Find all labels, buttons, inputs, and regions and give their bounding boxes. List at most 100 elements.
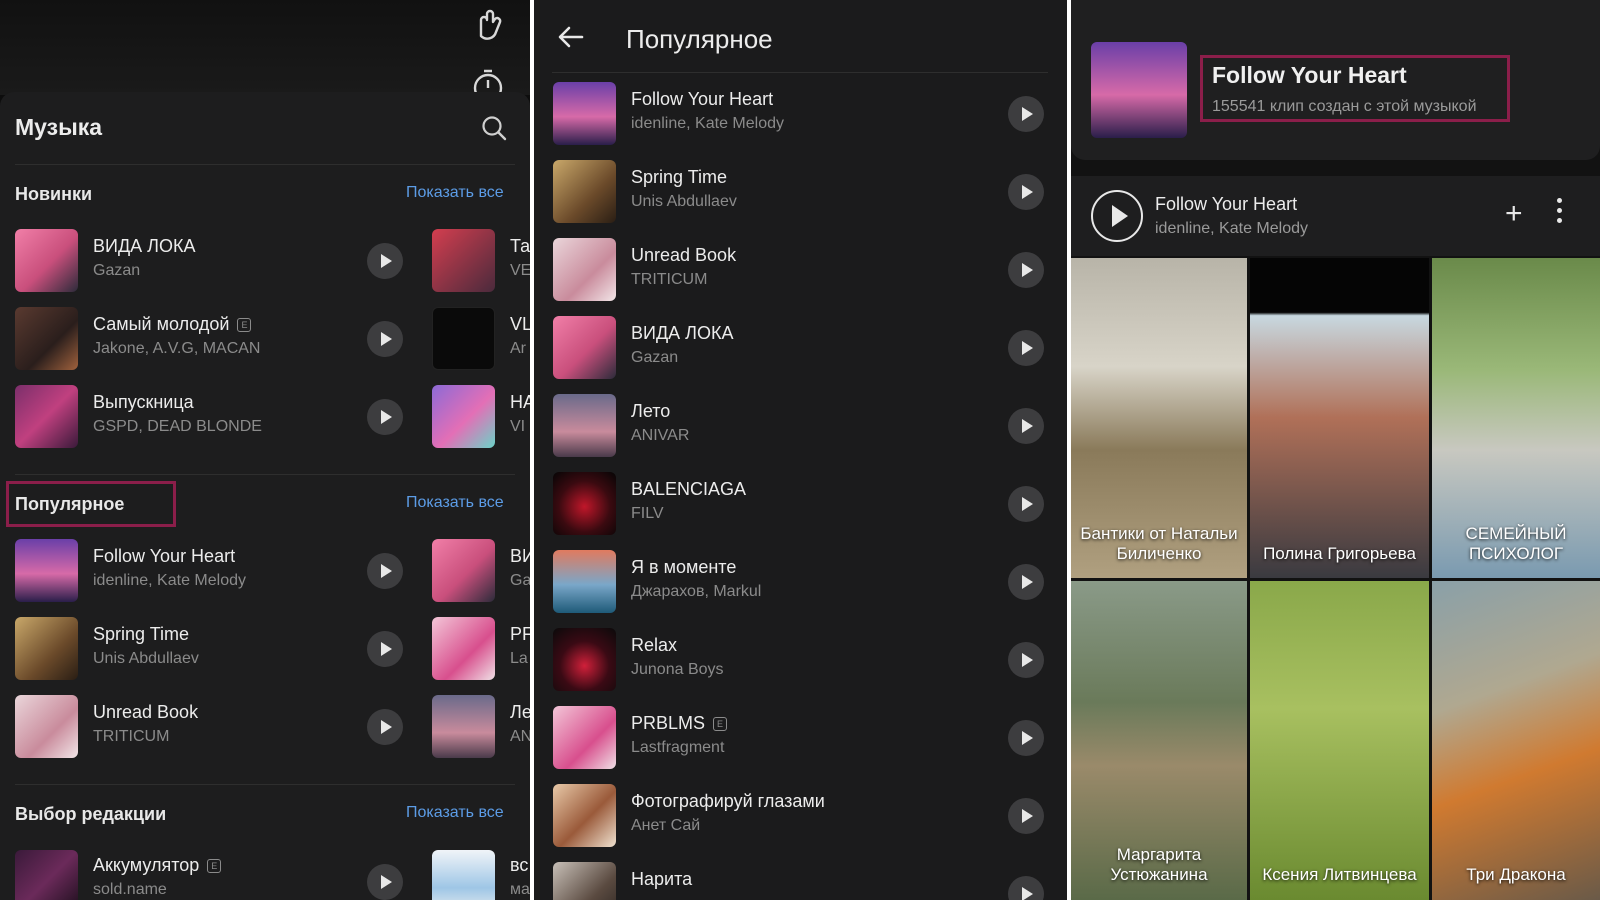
play-button[interactable]	[367, 321, 403, 357]
play-button[interactable]	[367, 243, 403, 279]
track-row[interactable]: Relax Junona Boys	[534, 628, 1067, 692]
more-options-icon[interactable]	[1555, 198, 1563, 228]
track-row[interactable]: Аккумулятор E sold.name вс ма	[0, 850, 530, 900]
track-row[interactable]: ВИДА ЛОКА Gazan Та VE	[0, 229, 530, 293]
track-artist: ма	[510, 881, 530, 898]
track-title: Relax	[631, 635, 678, 655]
track-artist: VE	[510, 262, 530, 279]
track-row[interactable]: Выпускница GSPD, DEAD BLONDE НА VI	[0, 385, 530, 449]
popular-panel: Популярное Follow Your Heart idenline, K…	[534, 0, 1067, 900]
track-row[interactable]: Follow Your Heart idenline, Kate Melody	[534, 82, 1067, 146]
play-button[interactable]	[367, 864, 403, 900]
track-row[interactable]: BALENCIAGA FILV	[534, 472, 1067, 536]
divider	[15, 164, 515, 165]
play-button[interactable]	[1091, 190, 1143, 242]
track-row[interactable]: Spring Time Unis Abdullaev	[534, 160, 1067, 224]
clip-thumbnail[interactable]: СЕМЕЙНЫЙ ПСИХОЛОГ	[1432, 258, 1600, 578]
track-header: Follow Your Heart 155541 клип создан с э…	[1071, 0, 1600, 160]
track-artist: VI	[510, 418, 526, 435]
divider	[15, 474, 515, 475]
clips-count: 155541 клип создан с этой музыкой	[1212, 98, 1477, 115]
album-cover	[432, 229, 495, 292]
track-row[interactable]: Follow Your Heart idenline, Kate Melody …	[0, 539, 530, 603]
track-panel: Follow Your Heart 155541 клип создан с э…	[1071, 0, 1600, 900]
track-row[interactable]: Я в моменте Джарахов, Markul	[534, 550, 1067, 614]
track-artist: TRITICUM	[631, 271, 708, 288]
album-cover	[432, 695, 495, 758]
play-button[interactable]	[1008, 876, 1044, 900]
play-button[interactable]	[1008, 720, 1044, 756]
clip-thumbnail[interactable]: Три Дракона	[1432, 581, 1600, 900]
play-button[interactable]	[367, 709, 403, 745]
play-button[interactable]	[1008, 96, 1044, 132]
play-button[interactable]	[367, 631, 403, 667]
track-title: вс	[510, 855, 529, 875]
track-title: BALENCIAGA	[631, 479, 747, 499]
gesture-hand-icon[interactable]	[468, 6, 508, 46]
clip-author: Маргарита Устюжанина	[1110, 845, 1208, 884]
show-all-new-link[interactable]: Показать все	[406, 184, 504, 202]
track-row[interactable]: Фотографируй глазами Анет Сай	[534, 784, 1067, 848]
track-title: Самый молодой	[93, 314, 230, 334]
album-cover	[15, 695, 78, 758]
section-title-popular[interactable]: Популярное	[15, 494, 124, 515]
album-cover	[15, 617, 78, 680]
play-button[interactable]	[1008, 252, 1044, 288]
clip-thumbnail[interactable]: Маргарита Устюжанина	[1071, 581, 1247, 900]
album-cover	[553, 628, 616, 691]
track-artist: Ga	[510, 572, 530, 589]
track-row[interactable]: PRBLMS E Lastfragment	[534, 706, 1067, 770]
album-cover	[553, 238, 616, 301]
track-title-wrap: Аккумулятор E	[93, 855, 222, 876]
play-button[interactable]	[1008, 642, 1044, 678]
play-button[interactable]	[367, 553, 403, 589]
track-title: Follow Your Heart	[1212, 62, 1407, 88]
track-title: Лето	[631, 401, 671, 421]
section-title-editors-choice: Выбор редакции	[15, 804, 167, 824]
player-title: Follow Your Heart	[1155, 194, 1298, 214]
track-artist: La	[510, 650, 528, 667]
clip-author: Полина Григорьева	[1263, 544, 1416, 563]
track-artist: Джарахов, Markul	[631, 583, 762, 600]
clip-author: Бантики от Натальи Биличенко	[1080, 524, 1238, 563]
track-row[interactable]: Лето ANIVAR	[534, 394, 1067, 458]
explicit-badge: E	[713, 717, 728, 732]
play-button[interactable]	[1008, 408, 1044, 444]
track-title: Ле	[510, 702, 530, 722]
album-cover	[1091, 42, 1187, 138]
play-button[interactable]	[1008, 330, 1044, 366]
add-icon[interactable]: +	[1505, 194, 1523, 234]
track-artist: Unis Abdullaev	[631, 193, 737, 210]
track-row[interactable]: Самый молодой E Jakone, A.V.G, MACAN VL A…	[0, 307, 530, 371]
album-cover	[15, 539, 78, 602]
track-title: Follow Your Heart	[93, 546, 236, 566]
camera-background	[0, 0, 530, 95]
play-button[interactable]	[1008, 174, 1044, 210]
clip-thumbnail[interactable]: Ксения Литвинцева	[1250, 581, 1429, 900]
clip-thumbnail[interactable]: Бантики от Натальи Биличенко	[1071, 258, 1247, 578]
play-button[interactable]	[1008, 798, 1044, 834]
track-row[interactable]: Unread Book TRITICUM	[534, 238, 1067, 302]
album-cover	[432, 850, 495, 900]
track-artist: FILV	[631, 505, 664, 522]
show-all-editors-link[interactable]: Показать все	[406, 804, 504, 822]
track-row[interactable]: Spring Time Unis Abdullaev PF La	[0, 617, 530, 681]
track-title: VL	[510, 314, 530, 334]
show-all-popular-link[interactable]: Показать все	[406, 494, 504, 512]
track-row[interactable]: ВИДА ЛОКА Gazan	[534, 316, 1067, 380]
track-title: Unread Book	[631, 245, 737, 265]
play-button[interactable]	[367, 399, 403, 435]
track-title: Я в моменте	[631, 557, 737, 577]
track-row[interactable]: Unread Book TRITICUM Ле AN	[0, 695, 530, 759]
play-button[interactable]	[1008, 486, 1044, 522]
play-button[interactable]	[1008, 564, 1044, 600]
album-cover	[553, 316, 616, 379]
track-player: Follow Your Heart idenline, Kate Melody …	[1071, 176, 1600, 256]
clip-thumbnail[interactable]: Полина Григорьева	[1250, 258, 1429, 578]
search-icon[interactable]	[480, 114, 508, 142]
track-row[interactable]: Нарита	[534, 862, 1067, 900]
track-artist: Lastfragment	[631, 739, 725, 756]
track-title: Выпускница	[93, 392, 194, 412]
track-title: ВИДА ЛОКА	[93, 236, 196, 256]
back-arrow-icon[interactable]	[556, 22, 586, 52]
